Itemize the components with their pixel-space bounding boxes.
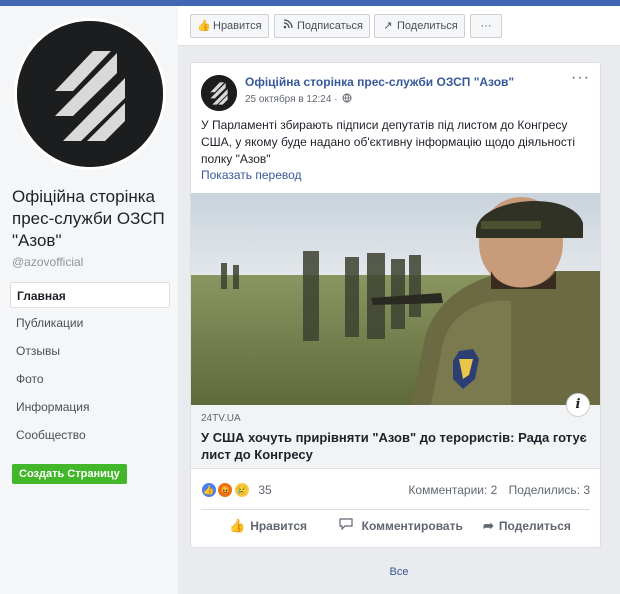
nav-item-photos[interactable]: Фото	[10, 366, 170, 392]
post-body-text: У Парламенті збирають підписи депутатів …	[201, 118, 576, 166]
link-preview[interactable]: i 24TV.UA У США хочуть прирівняти "Азов"…	[191, 393, 600, 469]
angry-reaction-icon: 😡	[217, 481, 234, 498]
nav-item-info[interactable]: Информация	[10, 394, 170, 420]
more-options-button[interactable]: ···	[470, 14, 502, 38]
page-title[interactable]: Офіційна сторінка прес-служби ОЗСП "Азов…	[12, 186, 174, 252]
post-share-label: Поделиться	[498, 519, 571, 533]
rss-icon	[281, 15, 295, 37]
post-link-image[interactable]	[191, 193, 600, 405]
nav-item-reviews[interactable]: Отзывы	[10, 338, 170, 364]
share-page-button[interactable]: ↗ Поделиться	[374, 14, 465, 38]
thumbs-up-icon: 👍	[229, 518, 246, 533]
post-share-button[interactable]: ➦ Поделиться	[483, 518, 571, 534]
reaction-count[interactable]: 35	[258, 483, 271, 497]
page-handle[interactable]: @azovofficial	[12, 255, 83, 269]
post-comment-label: Комментировать	[361, 519, 463, 533]
post-options-button[interactable]: ···	[571, 69, 590, 87]
page-action-bar: 👍 Нравится Подписаться ↗ Поделиться ···	[178, 6, 620, 46]
globe-icon	[342, 93, 352, 106]
post-author-avatar[interactable]	[201, 75, 237, 111]
profile-picture[interactable]	[17, 21, 163, 167]
post-comment-button[interactable]: Комментировать	[339, 518, 463, 533]
share-arrow-icon: ↗	[383, 20, 393, 32]
subscribe-label: Подписаться	[297, 20, 363, 32]
show-translation-link[interactable]: Показать перевод	[201, 168, 302, 182]
azov-logo-icon	[201, 75, 237, 111]
page-nav: Главная Публикации Отзывы Фото Информаци…	[10, 282, 170, 450]
create-page-button[interactable]: Создать Страницу	[12, 464, 127, 484]
post-stats: Комментарии: 2 Поделились: 3	[400, 483, 590, 497]
link-domain: 24TV.UA	[201, 413, 241, 424]
shares-count[interactable]: Поделились: 3	[509, 483, 590, 497]
azov-logo-icon	[17, 21, 163, 167]
like-reaction-icon: 👍	[201, 481, 217, 498]
like-page-button[interactable]: 👍 Нравится	[190, 14, 269, 38]
post-author-name[interactable]: Офіційна сторінка прес-служби ОЗСП "Азов…	[245, 75, 514, 89]
like-page-label: Нравится	[213, 20, 262, 32]
sad-reaction-icon: 😢	[233, 481, 250, 498]
post-like-label: Нравится	[250, 519, 308, 533]
share-arrow-icon: ➦	[483, 518, 494, 533]
nav-item-home[interactable]: Главная	[10, 282, 170, 308]
main-column: 👍 Нравится Подписаться ↗ Поделиться ··· Оф…	[178, 6, 620, 594]
profile-picture-frame[interactable]	[14, 18, 166, 170]
post-action-bar: 👍 Нравится Комментировать ➦ Поделиться	[201, 509, 590, 541]
reactions-summary[interactable]: 👍 😡 😢 35	[201, 481, 272, 501]
share-page-label: Поделиться	[397, 20, 458, 32]
thumbs-up-icon: 👍	[197, 20, 211, 32]
comment-icon	[339, 518, 357, 533]
see-all-link[interactable]: Все	[178, 566, 620, 578]
left-column: Офіційна сторінка прес-служби ОЗСП "Азов…	[0, 6, 178, 594]
post-date[interactable]: 25 октября в 12:24 ·	[245, 94, 338, 105]
comments-count[interactable]: Комментарии: 2	[408, 483, 497, 497]
link-title[interactable]: У США хочуть прирівняти "Азов" до терори…	[201, 429, 593, 463]
soldiers-photo	[191, 193, 600, 405]
subscribe-button[interactable]: Подписаться	[274, 14, 370, 38]
nav-item-posts[interactable]: Публикации	[10, 310, 170, 336]
nav-item-community[interactable]: Сообщество	[10, 422, 170, 448]
post-like-button[interactable]: 👍 Нравится	[229, 518, 307, 534]
post-card: Офіційна сторінка прес-служби ОЗСП "Азов…	[190, 62, 601, 548]
post-timestamp[interactable]: 25 октября в 12:24 ·	[245, 93, 352, 106]
info-icon[interactable]: i	[566, 393, 590, 417]
